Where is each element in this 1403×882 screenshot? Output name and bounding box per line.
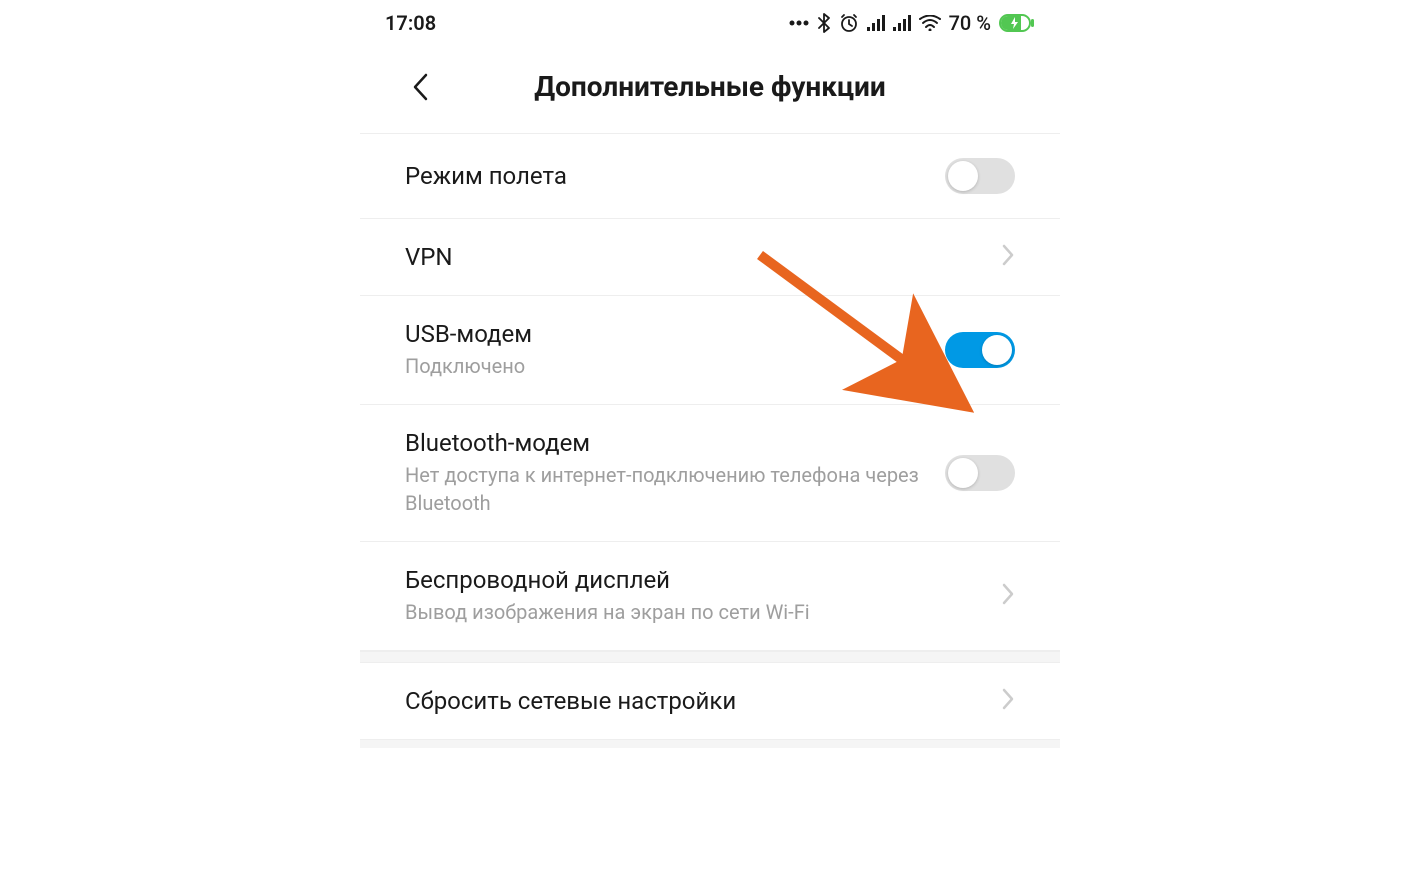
chevron-right-icon — [1001, 687, 1015, 715]
wireless-display-item[interactable]: Беспроводной дисплей Вывод изображения н… — [360, 542, 1060, 651]
bluetooth-icon — [817, 13, 831, 33]
usb-modem-subtitle: Подключено — [405, 352, 925, 380]
bluetooth-modem-toggle[interactable] — [945, 455, 1015, 491]
airplane-mode-label: Режим полета — [405, 162, 925, 190]
wireless-display-label: Беспроводной дисплей — [405, 566, 981, 594]
page-title: Дополнительные функции — [405, 70, 1015, 103]
battery-percent: 70 % — [949, 11, 991, 35]
status-time: 17:08 — [385, 11, 436, 35]
wireless-display-subtitle: Вывод изображения на экран по сети Wi-Fi — [405, 598, 981, 626]
section-divider — [360, 740, 1060, 748]
section-divider — [360, 651, 1060, 663]
reset-network-label: Сбросить сетевые настройки — [405, 687, 981, 715]
phone-screen: 17:08 70 % — [360, 0, 1060, 882]
settings-list: Режим полета VPN USB-модем Подключено — [360, 134, 1060, 748]
bluetooth-modem-label: Bluetooth-модем — [405, 429, 925, 457]
usb-modem-item[interactable]: USB-модем Подключено — [360, 296, 1060, 405]
battery-charging-icon — [999, 14, 1035, 32]
usb-modem-label: USB-модем — [405, 320, 925, 348]
more-icon — [789, 20, 809, 26]
vpn-item[interactable]: VPN — [360, 219, 1060, 296]
page-header: Дополнительные функции — [360, 45, 1060, 134]
vpn-label: VPN — [405, 243, 981, 271]
signal-2-icon — [893, 15, 911, 31]
chevron-right-icon — [1001, 582, 1015, 610]
status-bar: 17:08 70 % — [360, 0, 1060, 45]
status-icons: 70 % — [789, 11, 1035, 35]
airplane-mode-toggle[interactable] — [945, 158, 1015, 194]
bluetooth-modem-item[interactable]: Bluetooth-модем Нет доступа к интернет-п… — [360, 405, 1060, 542]
bluetooth-modem-subtitle: Нет доступа к интернет-подключению телеф… — [405, 461, 925, 517]
reset-network-item[interactable]: Сбросить сетевые настройки — [360, 663, 1060, 740]
airplane-mode-item[interactable]: Режим полета — [360, 134, 1060, 219]
usb-modem-toggle[interactable] — [945, 332, 1015, 368]
signal-1-icon — [867, 15, 885, 31]
alarm-icon — [839, 13, 859, 33]
wifi-icon — [919, 15, 941, 31]
chevron-right-icon — [1001, 243, 1015, 271]
